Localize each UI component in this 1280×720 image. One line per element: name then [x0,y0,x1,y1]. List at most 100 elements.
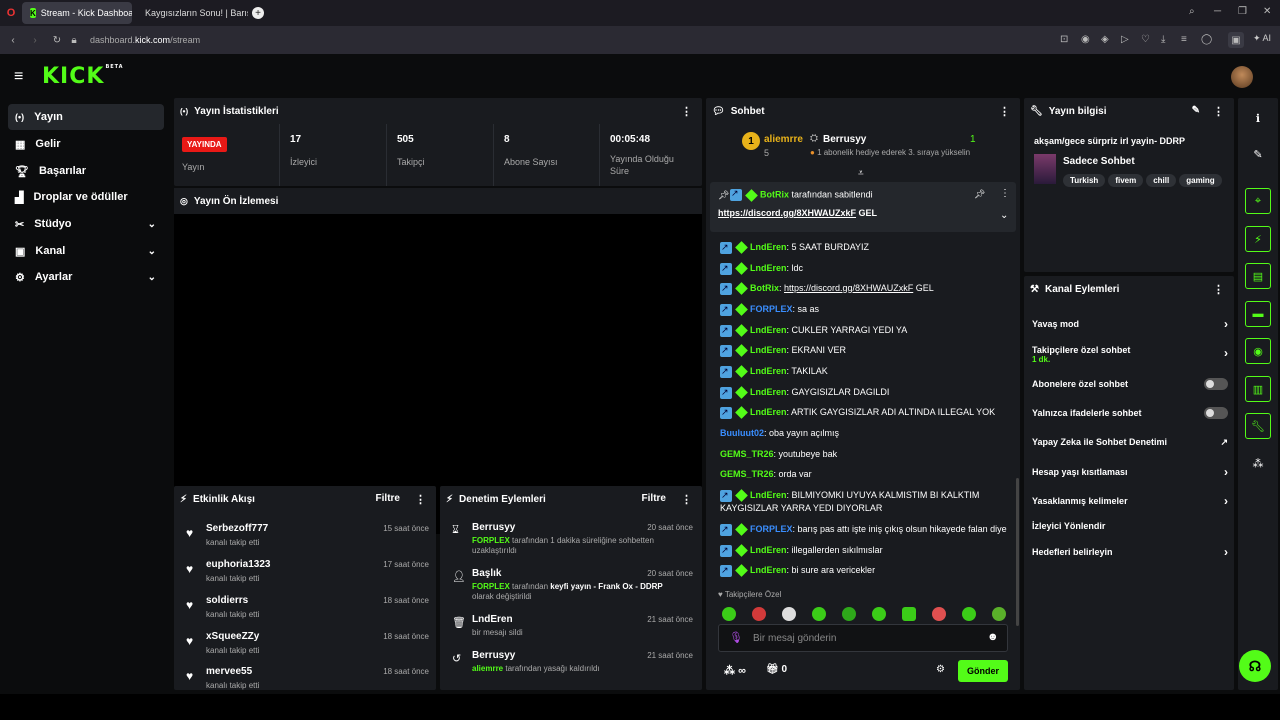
emotes-only-toggle[interactable] [1204,407,1228,419]
action-followers-only[interactable]: Takipçilere özel sohbet 1 dk. › [1032,342,1228,366]
tag[interactable]: gaming [1179,174,1222,187]
sidebar-item-yayin[interactable]: (•) Yayın [8,104,164,130]
more-icon[interactable]: ⋮ [999,105,1010,118]
action-slow-mode[interactable]: Yavaş mod › [1032,312,1228,336]
tab-youtube[interactable]: Kaygısızların Sonu! | Barış’ [132,2,248,24]
sidebar-item-ayarlar[interactable]: ⚙ Ayarlar ⌄ [8,264,164,290]
mod-title[interactable]: LndEren [472,614,513,625]
chat-username[interactable]: BotRix [750,283,779,293]
avatar[interactable] [1231,66,1253,88]
more-icon[interactable]: ⋮ [1213,105,1224,118]
more-icon[interactable]: ⋮ [1213,283,1224,296]
action-banned-words[interactable]: Yasaklanmış kelimeler › [1032,489,1228,513]
sidebar-item-gelir[interactable]: ▦ Gelir [8,131,164,157]
second-gifter-name[interactable]: Berrusyy [823,134,866,145]
extension-icon[interactable]: ⊡ [1060,34,1068,45]
category-thumbnail[interactable] [1034,154,1056,184]
chat-username[interactable]: GEMS_TR26 [720,449,774,459]
chat-bubble-icon[interactable]: ▬ [1245,301,1271,327]
sidebar-item-kanal[interactable]: ▣ Kanal ⌄ [8,238,164,264]
more-icon[interactable]: ⋮ [1000,188,1010,199]
pencil-icon[interactable]: ✎ [1245,141,1271,167]
filter-button[interactable]: Filtre [376,493,400,504]
menu-icon[interactable]: ≡ [1181,34,1187,45]
sidebar-item-droplar[interactable]: ▟ Droplar ve ödüller [8,184,164,210]
chat-username[interactable]: LndEren [750,565,787,575]
hamburger-icon[interactable]: ≡ [14,68,23,86]
edit-icon[interactable]: ✎ [1192,105,1200,116]
pin-icon[interactable]: 📌︎ [974,189,985,200]
chat-link[interactable]: https://discord.gg/8XHWAUZxkF [784,283,913,293]
subscribers-only-toggle[interactable] [1204,378,1228,390]
search-icon[interactable]: ⌕ [1189,6,1195,17]
chat-username[interactable]: LndEren [750,263,787,273]
emote[interactable] [782,607,796,621]
chat-input[interactable]: 🎙︎ Bir mesaj gönderin ☻ [718,624,1008,652]
event-user[interactable]: euphoria1323 [206,559,270,570]
event-user[interactable]: mervee55 [206,666,252,677]
sidebar-item-studyo[interactable]: ✂ Stüdyo ⌄ [8,211,164,237]
action-goals[interactable]: Hedefleri belirleyin › [1032,540,1228,564]
emote[interactable] [812,607,826,621]
gear-icon[interactable]: ⚙ [936,664,945,675]
event-user[interactable]: soldierrs [206,595,248,606]
ai-button[interactable]: ✦ AI [1253,33,1271,44]
profile-icon[interactable]: ◯ [1201,34,1212,45]
support-icon[interactable]: ☊ [1239,650,1271,682]
heart-icon[interactable]: ♡ [1141,34,1150,45]
mod-title[interactable]: Berrusyy [472,522,515,533]
chat-username[interactable]: LndEren [750,366,787,376]
emote[interactable] [932,607,946,621]
more-icon[interactable]: ⋮ [681,493,692,506]
pinned-user[interactable]: BotRix [760,189,789,199]
emote[interactable] [872,607,886,621]
camera-icon[interactable]: ◉ [1081,34,1090,45]
opera-logo-icon[interactable]: O [0,7,22,19]
chat-username[interactable]: LndEren [750,545,787,555]
pinned-link[interactable]: https://discord.gg/8XHWAUZxkF [718,208,856,218]
maximize-icon[interactable]: ❐ [1238,6,1247,17]
more-icon[interactable]: ⋮ [415,493,426,506]
emote[interactable] [902,607,916,621]
emote[interactable] [992,607,1006,621]
chat-username[interactable]: LndEren [750,242,787,252]
cube-icon[interactable]: ▣ [1228,32,1244,48]
sidebar-item-basarilar[interactable]: 🏆︎ Başarılar [8,158,164,184]
minimize-icon[interactable]: ─ [1214,6,1221,17]
forward-icon[interactable]: › [24,35,46,46]
url-field[interactable]: dashboard.kick.com/stream [90,35,200,45]
more-icon[interactable]: ⋮ [681,105,692,118]
category-name[interactable]: Sadece Sohbet [1063,156,1135,167]
chat-username[interactable]: FORPLEX [750,304,793,314]
kick-logo[interactable]: KICKBETA [42,64,124,89]
send-icon[interactable]: ▷ [1121,34,1129,45]
emote[interactable] [842,607,856,621]
emote[interactable] [962,607,976,621]
emote[interactable] [752,607,766,621]
chat-username[interactable]: LndEren [750,407,787,417]
tag[interactable]: fivem [1108,174,1144,187]
wrench-icon[interactable]: 🔧︎ [1245,413,1271,439]
back-icon[interactable]: ‹ [2,35,24,46]
action-account-age[interactable]: Hesap yaşı kısıtlaması › [1032,460,1228,484]
shield-icon[interactable]: ◈ [1101,34,1109,45]
lightning-icon[interactable]: ⚡︎ [1245,226,1271,252]
action-raid[interactable]: İzleyici Yönlendir [1032,514,1228,538]
tag[interactable]: Turkish [1063,174,1106,187]
tag[interactable]: chill [1146,174,1177,187]
event-user[interactable]: Serbezoff777 [206,523,268,534]
nodes-icon[interactable]: ⁂ [1245,450,1271,476]
info-icon[interactable]: ℹ [1245,105,1271,131]
chat-username[interactable]: FORPLEX [750,524,793,534]
event-user[interactable]: xSqueeZZy [206,631,259,642]
chat-username[interactable]: LndEren [750,490,787,500]
microphone-icon[interactable]: 🎙︎ [729,631,743,644]
chat-scrollbar[interactable] [1016,478,1019,626]
collapse-icon[interactable]: ⩡ [858,168,864,179]
chat-username[interactable]: GEMS_TR26 [720,469,774,479]
chat-username[interactable]: LndEren [750,325,787,335]
download-icon[interactable]: ⤓ [1161,34,1165,45]
filter-button[interactable]: Filtre [642,493,666,504]
gift-display[interactable]: 🎁︎ 0 [766,664,787,675]
emoji-icon[interactable]: ☻ [987,631,999,643]
